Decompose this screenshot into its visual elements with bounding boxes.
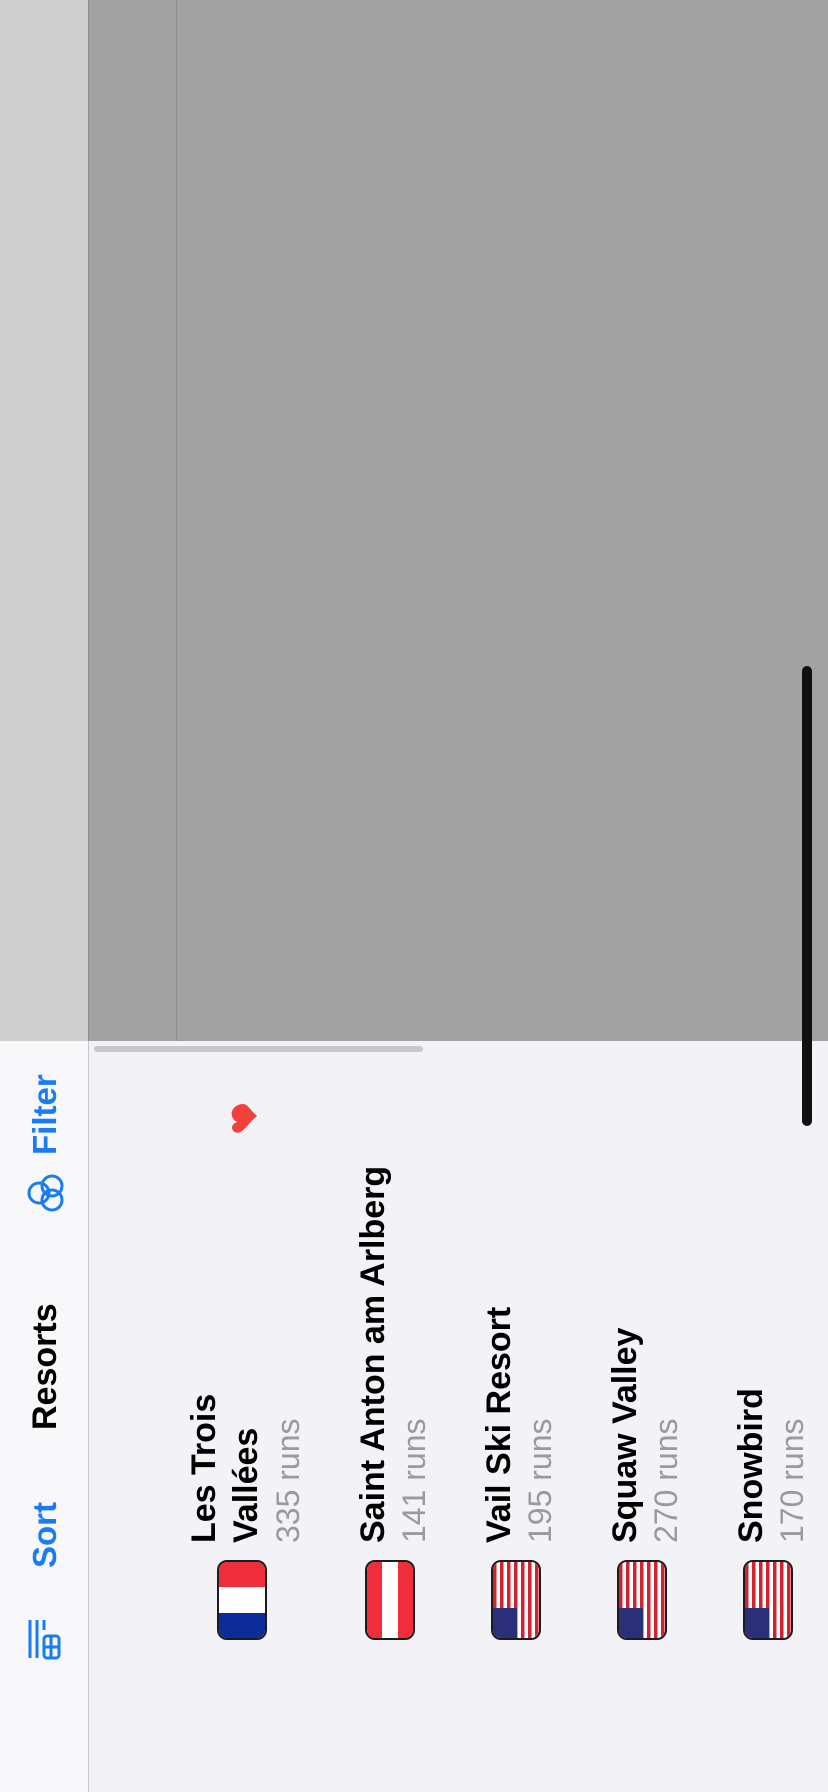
resort-name: Squaw Valley [606,1327,644,1543]
filter-circles-icon [26,1173,66,1213]
usa-flag-icon [617,1560,667,1640]
resort-name: Saint Anton am Arlberg [354,1165,392,1543]
page-title: Resorts [26,1303,64,1430]
filter-label[interactable]: Filter [26,1074,64,1155]
resort-name: Snowbird [732,1388,770,1543]
detail-pane [0,0,828,1041]
resort-name-line1: Les Trois [185,1393,223,1543]
resort-runs: 170 runs [774,1418,810,1543]
usa-flag-icon [491,1560,541,1640]
resort-runs: 141 runs [396,1418,432,1543]
france-flag-icon [217,1560,267,1640]
detail-divider [88,0,89,1041]
sort-list-icon [28,1618,62,1660]
horizontal-scroll-indicator[interactable] [94,1046,423,1052]
austria-flag-icon [365,1560,415,1640]
detail-column-line [176,0,177,1041]
detail-sidebar-strip [0,0,88,1041]
resort-runs: 335 runs [270,1418,306,1543]
resort-name-line2: Vallées [227,1427,265,1543]
resort-runs: 195 runs [522,1418,558,1543]
resort-runs: 270 runs [648,1418,684,1543]
usa-flag-icon [743,1560,793,1640]
resort-name: Vail Ski Resort [480,1306,518,1543]
vertical-scroll-indicator[interactable] [802,666,812,1126]
sort-label[interactable]: Sort [26,1502,64,1568]
favorite-heart-icon[interactable] [226,1100,260,1134]
